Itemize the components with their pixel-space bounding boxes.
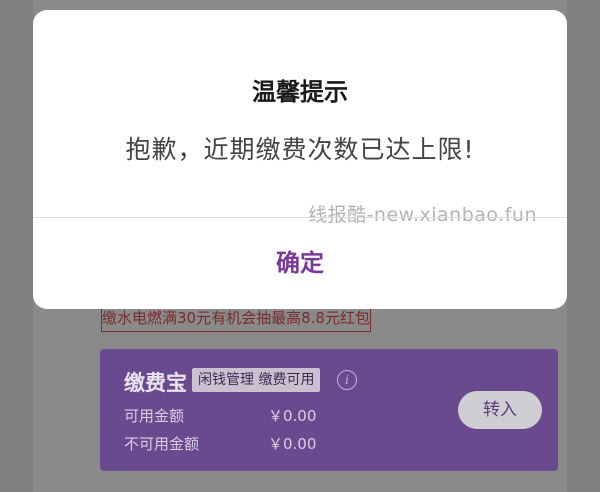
unavailable-amount: ￥0.00 xyxy=(268,435,317,453)
wallet-card[interactable]: 缴费宝 闲钱管理 缴费可用 i 可用金额 ￥0.00 不可用金额 ￥0.00 转… xyxy=(100,349,558,471)
dialog-message: 抱歉，近期缴费次数已达上限! xyxy=(125,135,475,164)
wallet-badge: 闲钱管理 缴费可用 xyxy=(192,368,321,392)
available-row: 可用金额 ￥0.00 xyxy=(124,405,316,426)
available-label: 可用金额 xyxy=(124,407,185,425)
available-amount: ￥0.00 xyxy=(268,407,317,425)
confirm-button[interactable]: 确定 xyxy=(33,218,567,309)
wallet-title: 缴费宝 xyxy=(124,371,187,395)
unavailable-row: 不可用金额 ￥0.00 xyxy=(124,433,316,454)
info-icon[interactable]: i xyxy=(337,370,357,390)
unavailable-label: 不可用金额 xyxy=(124,435,200,453)
dialog-title: 温馨提示 xyxy=(252,78,348,106)
transfer-button[interactable]: 转入 xyxy=(458,391,542,429)
promo-tag[interactable]: 缴水电燃满30元有机会抽最高8.8元红包 xyxy=(101,306,371,332)
alert-dialog: 温馨提示 抱歉，近期缴费次数已达上限! 线报酷-new.xianbao.fun … xyxy=(33,10,567,309)
